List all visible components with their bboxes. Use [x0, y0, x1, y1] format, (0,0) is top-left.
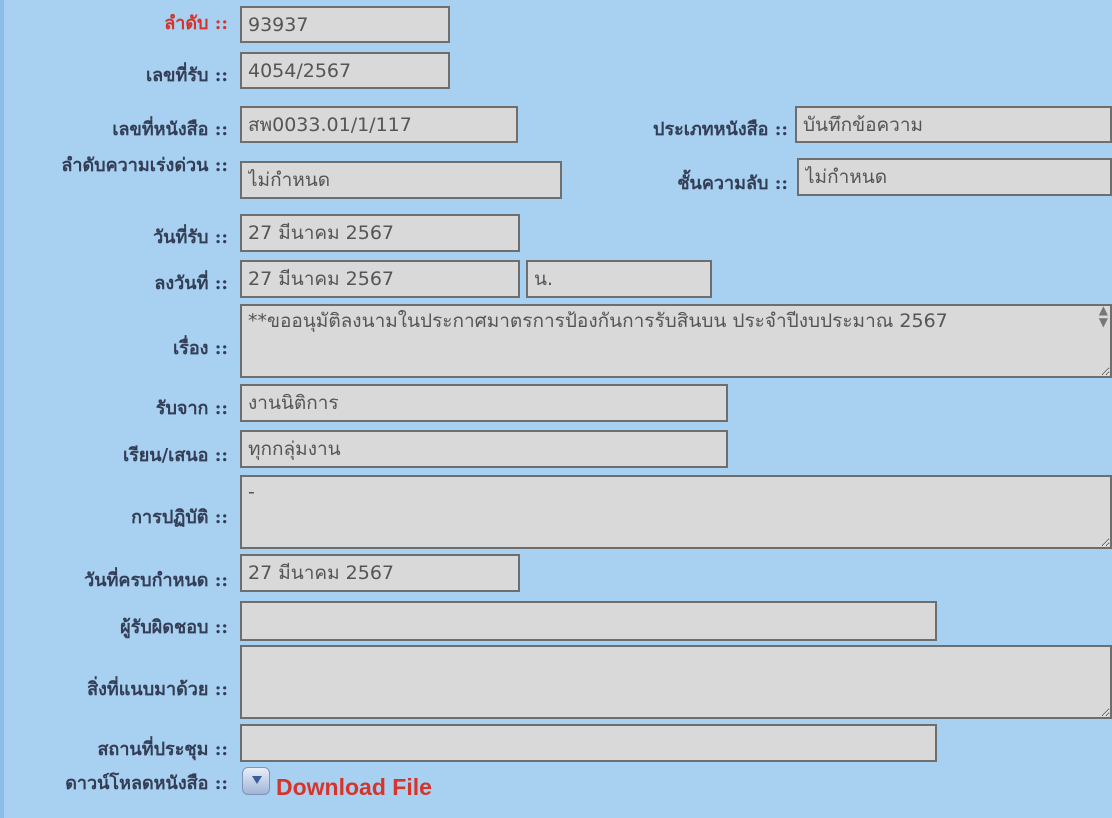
receive-no-field[interactable] [240, 52, 450, 89]
secrecy-field[interactable] [797, 158, 1112, 196]
meeting-place-field[interactable] [240, 724, 937, 762]
urgency-field[interactable] [240, 161, 562, 199]
seq-label: ลำดับ :: [164, 13, 228, 34]
meeting-place-label: สถานที่ประชุม :: [97, 739, 228, 760]
due-date-field[interactable] [240, 554, 520, 592]
doc-no-field[interactable] [240, 106, 518, 143]
receive-no-label: เลขที่รับ :: [145, 65, 228, 86]
download-label: ดาวน์โหลดหนังสือ :: [65, 773, 228, 794]
attachments-label: สิ่งที่แนบมาด้วย :: [87, 679, 228, 700]
to-field[interactable] [240, 430, 728, 468]
to-label: เรียน/เสนอ :: [122, 445, 228, 466]
attachments-field[interactable] [240, 645, 1112, 719]
received-from-field[interactable] [240, 384, 728, 422]
secrecy-label: ชั้นความลับ :: [677, 173, 788, 194]
responsible-field[interactable] [240, 601, 937, 641]
subject-label: เรื่อง :: [173, 338, 228, 359]
doc-no-label: เลขที่หนังสือ :: [112, 119, 228, 140]
received-from-label: รับจาก :: [155, 398, 228, 419]
due-date-label: วันที่ครบกำหนด :: [84, 570, 228, 591]
action-field[interactable]: - [240, 475, 1112, 549]
receive-date-field[interactable] [240, 214, 520, 252]
doc-type-label: ประเภทหนังสือ :: [653, 119, 788, 140]
download-file-link[interactable]: Download File [242, 760, 432, 801]
doc-time-field[interactable] [526, 260, 712, 298]
download-file-text[interactable]: Download File [276, 774, 432, 801]
download-icon[interactable] [242, 766, 270, 795]
urgency-label: ลำดับความเร่งด่วน :: [61, 155, 228, 176]
doc-date-field[interactable] [240, 260, 520, 298]
doc-date-label: ลงวันที่ :: [154, 273, 228, 294]
left-edge [0, 0, 4, 818]
subject-field[interactable]: **ขออนุมัติลงนามในประกาศมาตรการป้องกันกา… [240, 304, 1112, 378]
seq-field[interactable] [240, 6, 450, 43]
responsible-label: ผู้รับผิดชอบ :: [120, 617, 228, 638]
receive-date-label: วันที่รับ :: [153, 227, 228, 248]
scroll-arrows-icon[interactable]: ▲ ▼ [1099, 304, 1108, 328]
action-label: การปฏิบัติ :: [131, 507, 228, 528]
doc-type-field[interactable] [795, 106, 1112, 143]
